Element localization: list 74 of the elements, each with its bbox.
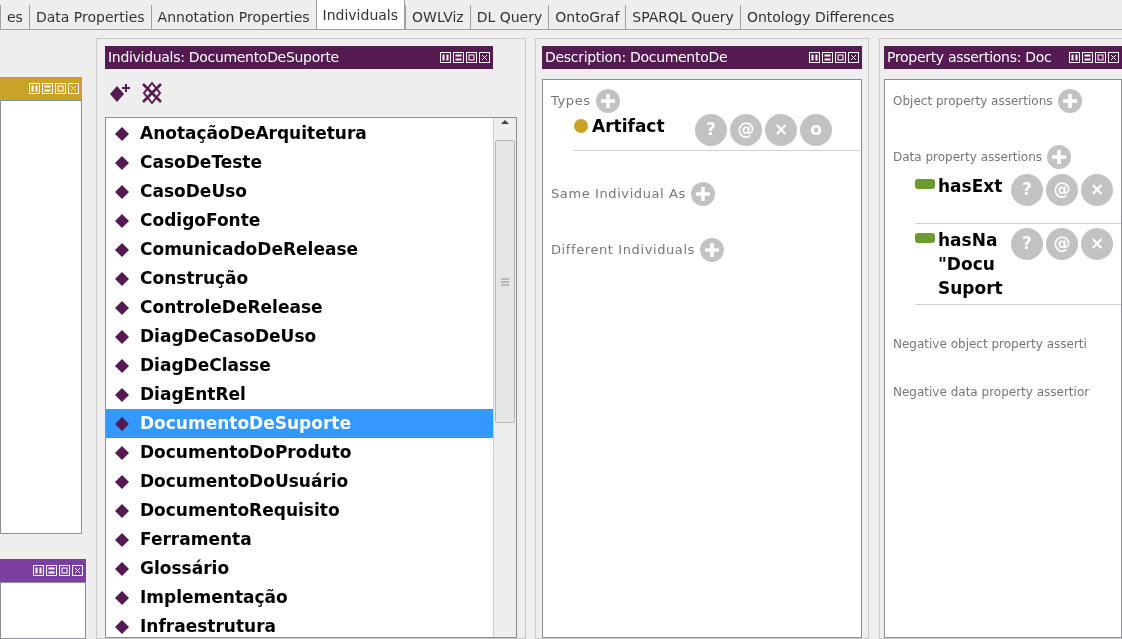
split-vertical-icon[interactable] — [440, 52, 451, 63]
section-label: Different Individuals — [551, 241, 695, 260]
maximize-icon[interactable] — [466, 52, 477, 63]
diamond-icon — [114, 444, 130, 461]
section-label: Negative object property asserti — [893, 336, 1087, 353]
entity-label: hasNa "Docu Suport — [938, 229, 1003, 300]
close-icon[interactable] — [479, 52, 490, 63]
diamond-icon — [114, 125, 130, 142]
split-horizontal-icon[interactable] — [453, 52, 464, 63]
diamond-icon — [114, 241, 130, 258]
list-item[interactable]: ComunicadoDeRelease — [106, 235, 493, 264]
tab[interactable]: Individuals — [315, 0, 406, 29]
list-item[interactable]: DiagDeClasse — [106, 351, 493, 380]
diamond-icon — [114, 560, 130, 577]
split-vertical-icon[interactable] — [1069, 52, 1080, 63]
diamond-icon — [114, 328, 130, 345]
list-item[interactable]: Ferramenta — [106, 525, 493, 554]
maximize-icon[interactable] — [59, 565, 70, 576]
diamond-icon — [114, 299, 130, 316]
section-label: Negative data property assertior — [893, 384, 1090, 401]
maximize-icon[interactable] — [835, 52, 846, 63]
diamond-icon — [114, 386, 130, 403]
data-property-icon — [915, 178, 935, 190]
diamond-icon — [114, 502, 130, 519]
scroll-up-icon[interactable] — [500, 118, 510, 126]
list-item[interactable]: Glossário — [106, 554, 493, 583]
section-label: Types — [551, 92, 591, 111]
list-item[interactable]: DocumentoDoProduto — [106, 438, 493, 467]
close-icon[interactable] — [72, 565, 83, 576]
data-property-icon — [915, 232, 935, 244]
list-item[interactable]: DocumentoRequisito — [106, 496, 493, 525]
scroll-thumb[interactable] — [495, 140, 515, 423]
panel-title: Description: DocumentoDe — [545, 48, 729, 67]
diamond-icon — [114, 357, 130, 374]
list-item[interactable]: ControleDeRelease — [106, 293, 493, 322]
diamond-icon — [114, 183, 130, 200]
add-individual-icon[interactable] — [109, 82, 131, 104]
list-item[interactable]: CodigoFonte — [106, 206, 493, 235]
list-item[interactable]: AnotaçãoDeArquitetura — [106, 119, 493, 148]
entity-label: Artifact — [592, 115, 665, 138]
scrollbar[interactable] — [493, 118, 516, 637]
split-vertical-icon[interactable] — [33, 565, 44, 576]
list-item[interactable]: Infraestrutura — [106, 612, 493, 638]
diamond-icon — [114, 589, 130, 606]
panel-title: Property assertions: Doc — [887, 48, 1053, 67]
diamond-icon — [114, 618, 130, 635]
split-horizontal-icon[interactable] — [822, 52, 833, 63]
diamond-icon — [114, 154, 130, 171]
maximize-icon[interactable] — [1095, 52, 1106, 63]
diamond-icon — [114, 531, 130, 548]
grip-icon — [501, 277, 509, 286]
diamond-icon — [114, 270, 130, 287]
diamond-icon — [114, 212, 130, 229]
list-item[interactable]: CasoDeTeste — [106, 148, 493, 177]
panel-title: Individuals: DocumentoDeSuporte — [108, 48, 340, 67]
split-vertical-icon[interactable] — [809, 52, 820, 63]
entity-label: hasExt — [938, 175, 1003, 198]
section-label: Data property assertions — [893, 149, 1043, 166]
list-item[interactable]: Construção — [106, 264, 493, 293]
close-icon[interactable] — [848, 52, 859, 63]
section-label: Same Individual As — [551, 185, 686, 204]
section-label: Object property assertions — [893, 93, 1053, 110]
list-item[interactable]: DiagEntRel — [106, 380, 493, 409]
delete-individual-icon[interactable] — [139, 81, 165, 105]
list-item[interactable]: DocumentoDoUsuário — [106, 467, 493, 496]
list-item[interactable]: Implementação — [106, 583, 493, 612]
diamond-icon — [114, 473, 130, 490]
diamond-icon — [114, 415, 130, 432]
class-dot-icon — [573, 118, 589, 134]
close-icon[interactable] — [1108, 52, 1119, 63]
list-item[interactable]: CasoDeUso — [106, 177, 493, 206]
list-item[interactable]: DiagDeCasoDeUso — [106, 322, 493, 351]
split-horizontal-icon[interactable] — [46, 565, 57, 576]
split-horizontal-icon[interactable] — [1082, 52, 1093, 63]
